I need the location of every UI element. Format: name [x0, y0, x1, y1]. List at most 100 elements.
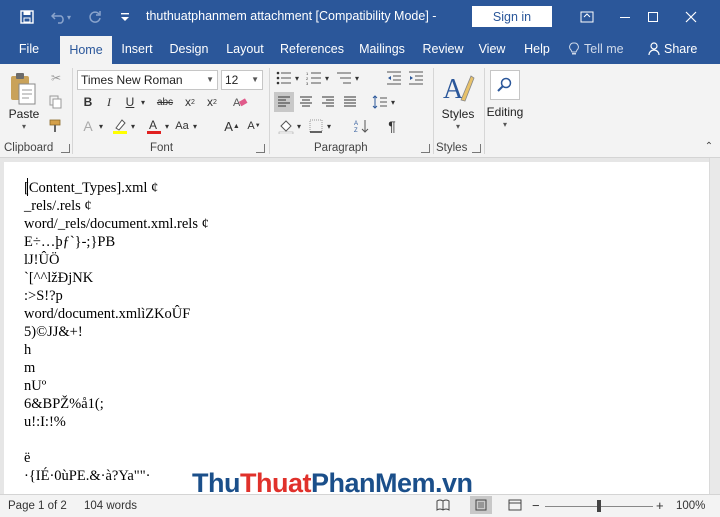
document-line: m [24, 360, 36, 376]
tab-help[interactable]: Help [518, 34, 556, 64]
cut-icon[interactable]: ✂ [46, 68, 66, 88]
paragraph-launcher-icon[interactable] [421, 144, 430, 153]
clear-formatting-icon[interactable]: A [230, 92, 250, 112]
close-icon[interactable] [672, 0, 710, 34]
multilevel-dropdown-icon[interactable]: ▾ [352, 68, 362, 88]
sign-in-button[interactable]: Sign in [472, 6, 552, 27]
customize-qat-icon[interactable] [110, 0, 140, 34]
document-line: word/_rels/document.xml.rels ¢ [24, 216, 209, 232]
document-page[interactable]: [Content_Types].xml ¢ _rels/.rels ¢ word… [4, 162, 709, 494]
watermark-part: PhanMem [310, 468, 436, 494]
styles-icon[interactable]: A [441, 70, 475, 105]
redo-icon[interactable] [80, 0, 110, 34]
strikethrough-icon[interactable]: abc [152, 92, 178, 112]
underline-dropdown-icon[interactable]: ▾ [138, 92, 148, 112]
tab-references[interactable]: References [278, 34, 346, 64]
shading-icon[interactable] [276, 116, 296, 136]
svg-text:A: A [354, 121, 358, 127]
align-left-icon[interactable] [274, 92, 294, 112]
tab-layout[interactable]: Layout [220, 34, 270, 64]
change-case-icon[interactable]: Aa [172, 116, 192, 136]
web-layout-icon[interactable] [508, 499, 522, 514]
grow-font-icon[interactable]: A ▲ [222, 116, 242, 136]
font-name-select[interactable]: Times New Roman ▼ [77, 70, 218, 90]
shrink-font-icon[interactable]: A ▼ [244, 116, 264, 136]
document-line: ë [24, 450, 31, 466]
sort-icon[interactable]: AZ [352, 116, 372, 136]
styles-dropdown-icon[interactable]: ▾ [452, 122, 464, 131]
clipboard-launcher-icon[interactable] [61, 144, 70, 153]
tab-insert[interactable]: Insert [116, 34, 158, 64]
numbering-icon[interactable]: 123 [304, 68, 324, 88]
paste-icon[interactable] [8, 72, 38, 106]
justify-icon[interactable] [340, 92, 360, 112]
tab-view[interactable]: View [474, 34, 510, 64]
maximize-icon[interactable] [634, 0, 672, 34]
zoom-level[interactable]: 100% [676, 500, 705, 512]
styles-launcher-icon[interactable] [472, 144, 481, 153]
font-size-select[interactable]: 12 ▼ [221, 70, 263, 90]
tab-review[interactable]: Review [418, 34, 468, 64]
decrease-indent-icon[interactable] [384, 68, 404, 88]
line-spacing-icon[interactable] [370, 92, 390, 112]
search-icon[interactable] [490, 70, 520, 100]
line-spacing-dropdown-icon[interactable]: ▾ [388, 92, 398, 112]
show-formatting-icon[interactable]: ¶ [382, 116, 402, 136]
tab-design[interactable]: Design [164, 34, 214, 64]
numbering-dropdown-icon[interactable]: ▾ [322, 68, 332, 88]
separator [433, 68, 434, 154]
borders-dropdown-icon[interactable]: ▾ [324, 116, 334, 136]
increase-indent-icon[interactable] [406, 68, 426, 88]
read-mode-icon[interactable] [436, 499, 450, 514]
font-color-icon[interactable]: A [144, 116, 164, 136]
format-painter-icon[interactable] [46, 116, 66, 136]
watermark-part: Thuat [239, 468, 312, 494]
bullets-icon[interactable] [274, 68, 294, 88]
text-effects-dropdown-icon[interactable]: ▾ [96, 116, 106, 136]
save-icon[interactable] [12, 0, 42, 34]
print-layout-icon[interactable] [470, 496, 492, 514]
italic-icon[interactable]: I [99, 92, 119, 112]
editing-dropdown-icon[interactable]: ▾ [499, 120, 511, 129]
tab-home[interactable]: Home [60, 36, 112, 64]
document-area: [Content_Types].xml ¢ _rels/.rels ¢ word… [0, 158, 709, 494]
copy-icon[interactable] [46, 92, 66, 112]
align-center-icon[interactable] [296, 92, 316, 112]
document-line: h [24, 342, 32, 358]
vertical-scrollbar[interactable] [709, 158, 720, 494]
borders-icon[interactable] [306, 116, 326, 136]
superscript-icon[interactable]: x2 [202, 92, 222, 112]
shading-dropdown-icon[interactable]: ▾ [294, 116, 304, 136]
zoom-in-button[interactable]: + [656, 498, 664, 513]
styles-button[interactable]: Styles [438, 107, 478, 121]
font-color-dropdown-icon[interactable]: ▾ [162, 116, 172, 136]
underline-icon[interactable]: U [120, 92, 140, 112]
font-launcher-icon[interactable] [256, 144, 265, 153]
clipboard-group-label: Clipboard [4, 142, 54, 154]
text-effects-icon[interactable]: A [78, 116, 98, 136]
undo-dropdown-icon[interactable]: ▾ [62, 0, 76, 34]
svg-text:3: 3 [306, 81, 309, 85]
zoom-out-button[interactable]: − [532, 498, 540, 513]
zoom-slider-thumb[interactable] [597, 500, 601, 512]
editing-button[interactable]: Editing [484, 105, 526, 119]
document-line: lJ!ÛÖ [24, 252, 60, 268]
paste-button[interactable]: Paste [6, 107, 42, 121]
bold-icon[interactable]: B [78, 92, 98, 112]
highlight-dropdown-icon[interactable]: ▾ [128, 116, 138, 136]
change-case-dropdown-icon[interactable]: ▾ [190, 116, 200, 136]
subscript-icon[interactable]: x2 [180, 92, 200, 112]
bullets-dropdown-icon[interactable]: ▾ [292, 68, 302, 88]
highlight-icon[interactable] [110, 116, 130, 136]
align-right-icon[interactable] [318, 92, 338, 112]
multilevel-list-icon[interactable] [334, 68, 354, 88]
ribbon-display-options-icon[interactable] [568, 0, 606, 34]
page-count[interactable]: Page 1 of 2 [8, 500, 67, 512]
share-button[interactable]: Share [664, 34, 704, 64]
tab-file[interactable]: File [8, 34, 50, 64]
tab-mailings[interactable]: Mailings [354, 34, 410, 64]
word-count[interactable]: 104 words [84, 500, 137, 512]
paste-dropdown-icon[interactable]: ▾ [18, 122, 30, 131]
tell-me-search[interactable]: Tell me [584, 34, 628, 64]
collapse-ribbon-icon[interactable]: ⌃ [702, 136, 716, 156]
